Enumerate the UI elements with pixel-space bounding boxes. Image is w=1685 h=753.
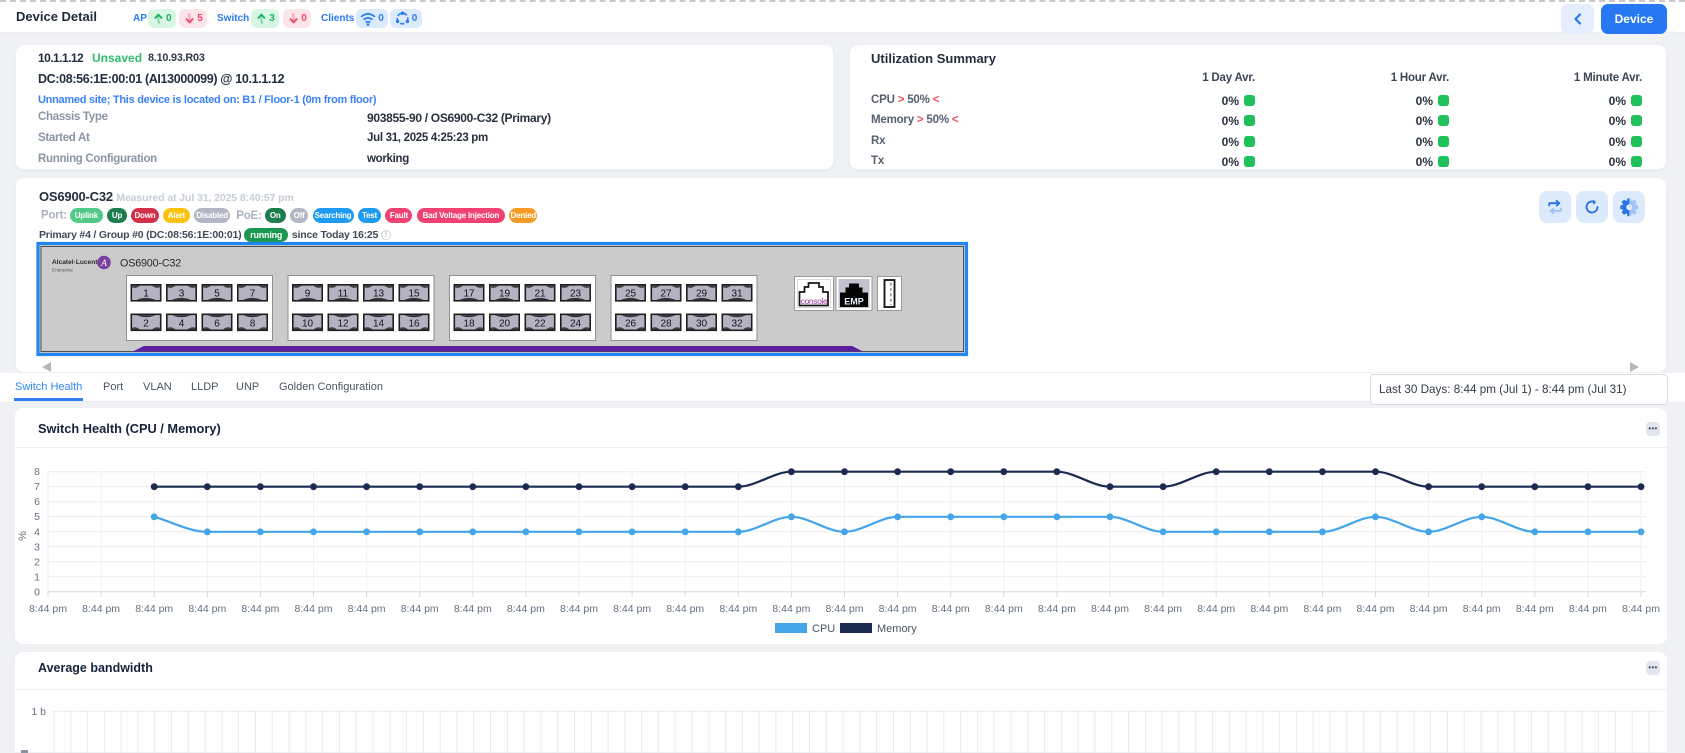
svg-text:12: 12 — [337, 319, 349, 330]
svg-text:24: 24 — [570, 319, 582, 330]
svg-text:22: 22 — [534, 319, 546, 330]
svg-text:11: 11 — [338, 289, 349, 300]
svg-text:28: 28 — [660, 319, 672, 330]
svg-text:7: 7 — [250, 289, 256, 300]
svg-text:20: 20 — [499, 319, 511, 330]
svg-text:30: 30 — [696, 319, 708, 330]
svg-text:2: 2 — [143, 319, 149, 330]
svg-text:8: 8 — [250, 319, 256, 330]
svg-text:25: 25 — [625, 289, 637, 300]
svg-text:23: 23 — [570, 289, 582, 300]
svg-text:29: 29 — [696, 289, 708, 300]
svg-text:21: 21 — [534, 289, 546, 300]
svg-text:26: 26 — [625, 319, 637, 330]
svg-text:A: A — [100, 259, 107, 269]
svg-text:Alcatel·Lucent: Alcatel·Lucent — [52, 259, 98, 266]
svg-text:27: 27 — [660, 289, 672, 300]
svg-text:5: 5 — [214, 289, 220, 300]
svg-text:15: 15 — [408, 289, 420, 300]
svg-text:18: 18 — [463, 319, 475, 330]
svg-text:16: 16 — [408, 319, 420, 330]
svg-text:9: 9 — [305, 289, 311, 300]
svg-text:19: 19 — [499, 289, 511, 300]
svg-text:6: 6 — [214, 319, 220, 330]
svg-text:1: 1 — [143, 289, 149, 300]
svg-text:Enterprise: Enterprise — [52, 268, 73, 273]
svg-text:3: 3 — [179, 289, 185, 300]
svg-text:14: 14 — [373, 319, 385, 330]
svg-text:4: 4 — [179, 319, 185, 330]
svg-text:console: console — [801, 296, 828, 306]
svg-text:EMP: EMP — [844, 297, 864, 307]
svg-text:17: 17 — [463, 289, 475, 300]
svg-text:31: 31 — [731, 289, 743, 300]
svg-text:10: 10 — [302, 319, 314, 330]
svg-text:OS6900-C32: OS6900-C32 — [120, 258, 181, 270]
svg-text:13: 13 — [373, 289, 385, 300]
svg-text:32: 32 — [731, 319, 743, 330]
